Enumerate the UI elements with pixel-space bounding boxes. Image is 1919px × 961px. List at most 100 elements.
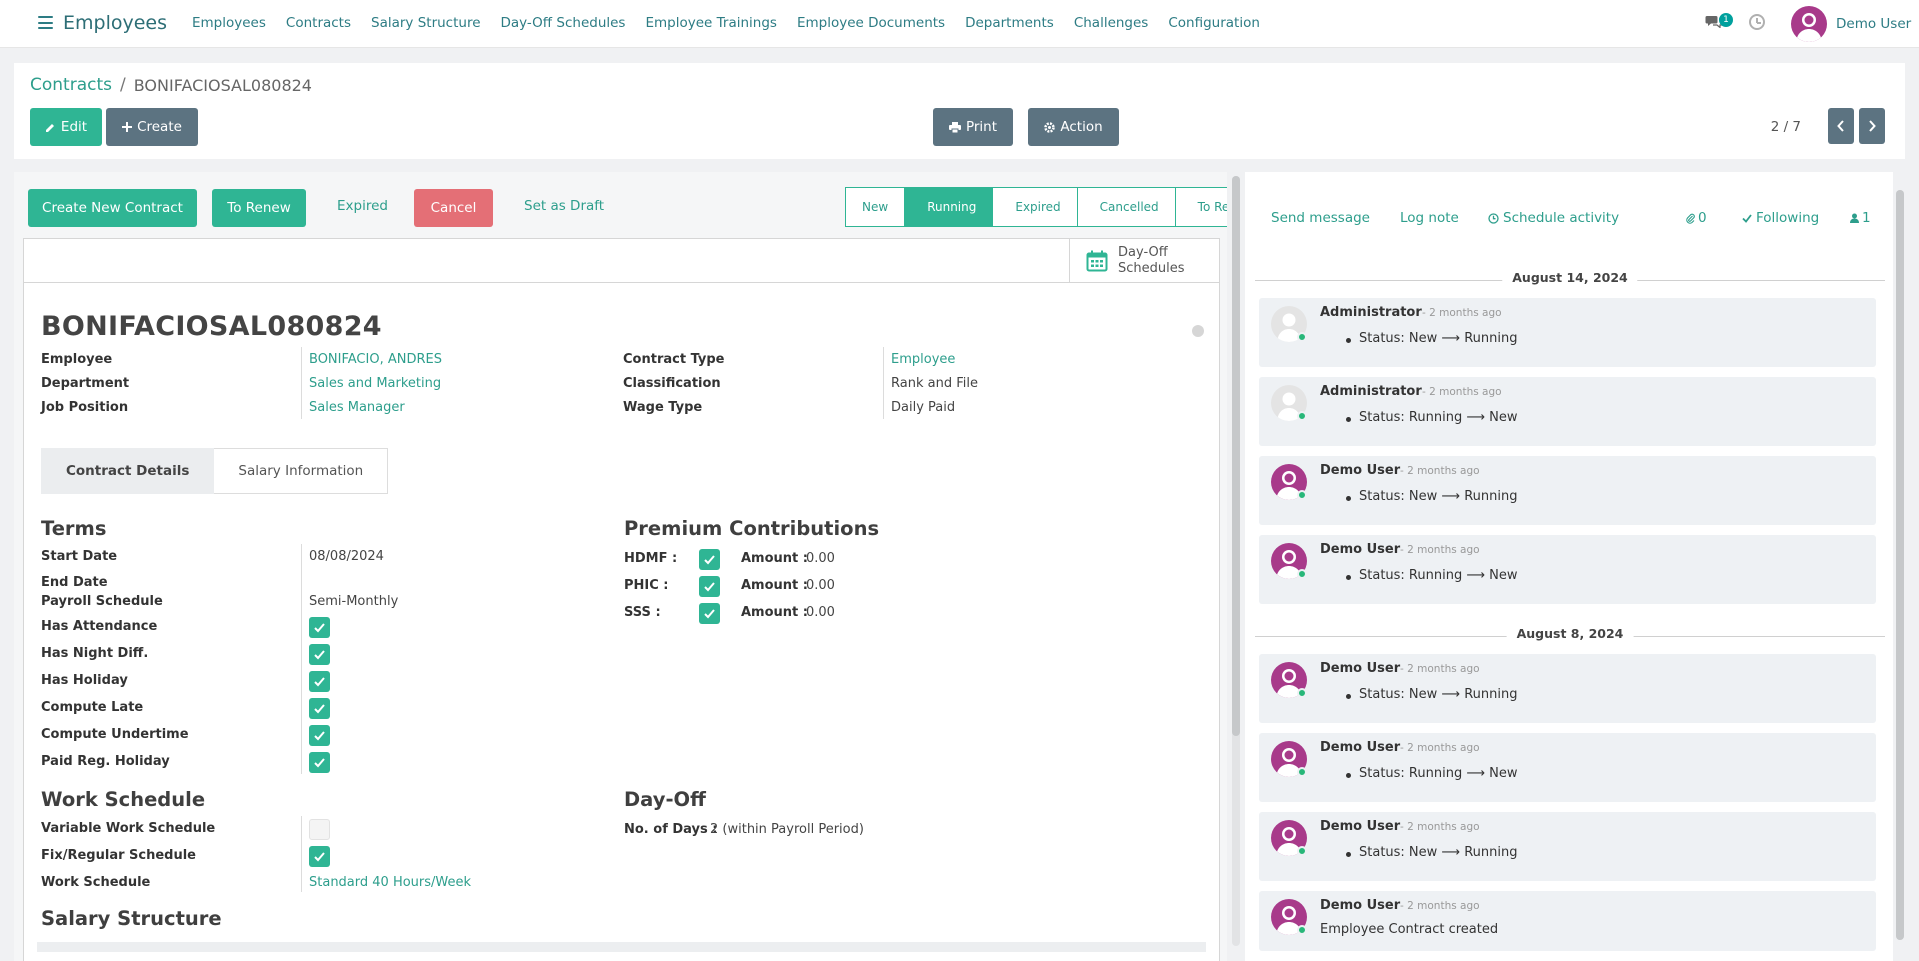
no-of-days-field[interactable]: 2 (within Payroll Period): [710, 822, 864, 837]
kanban-state-dot[interactable]: [1192, 325, 1204, 337]
main-menu: Employees Contracts Salary Structure Day…: [192, 15, 1260, 31]
job-position-label: Job Position: [41, 400, 129, 415]
menu-item-employee-documents[interactable]: Employee Documents: [797, 15, 945, 31]
online-status-icon: [1297, 925, 1307, 935]
message-author[interactable]: Demo User: [1320, 463, 1400, 478]
menu-icon[interactable]: [38, 16, 53, 29]
tab-salary-information[interactable]: Salary Information: [214, 448, 389, 494]
message-body: Status: Running ⟶ New: [1345, 568, 1518, 583]
cancel-button[interactable]: Cancel: [414, 189, 493, 227]
user-avatar[interactable]: [1791, 6, 1827, 42]
online-status-icon: [1297, 569, 1307, 579]
form-scrollbar[interactable]: [1232, 176, 1240, 946]
create-button[interactable]: Create: [106, 108, 198, 146]
following-button[interactable]: Following: [1742, 210, 1819, 226]
payroll-schedule-field[interactable]: Semi-Monthly: [309, 594, 398, 609]
job-position-field[interactable]: Sales Manager: [309, 400, 405, 415]
control-panel: Contracts / BONIFACIOSAL080824 Edit Crea…: [14, 63, 1905, 159]
printer-icon: [948, 121, 961, 133]
print-button[interactable]: Print: [933, 108, 1013, 146]
message-author[interactable]: Demo User: [1320, 898, 1400, 913]
sss-checkbox[interactable]: [699, 603, 720, 624]
followers-button[interactable]: 1: [1850, 210, 1871, 226]
schedule-activity-button[interactable]: Schedule activity: [1488, 210, 1619, 226]
field-separator: [301, 544, 302, 774]
day-off-heading: Day-Off: [624, 788, 706, 811]
chatter-panel: Send message Log note Schedule activity …: [1245, 172, 1893, 961]
phic-amount-label: Amount :: [741, 578, 808, 593]
hdmf-amount-field[interactable]: 0.00: [806, 551, 835, 566]
form-scrollbar-thumb[interactable]: [1232, 176, 1240, 736]
breadcrumb-contracts[interactable]: Contracts: [30, 75, 112, 95]
sss-amount-field[interactable]: 0.00: [806, 605, 835, 620]
menu-item-day-off-schedules[interactable]: Day-Off Schedules: [501, 15, 626, 31]
check-icon: [704, 609, 715, 619]
stage-running[interactable]: Running: [905, 187, 994, 227]
department-field[interactable]: Sales and Marketing: [309, 376, 441, 391]
chatter-scrollbar[interactable]: [1896, 190, 1904, 940]
message-author[interactable]: Administrator: [1320, 384, 1422, 399]
pager-previous-button[interactable]: [1828, 108, 1854, 144]
followers-count: 1: [1862, 210, 1871, 226]
create-button-label: Create: [137, 119, 182, 135]
chat-count-badge: 1: [1719, 13, 1733, 27]
stage-new[interactable]: New: [845, 187, 906, 227]
menu-item-challenges[interactable]: Challenges: [1074, 15, 1149, 31]
has-holiday-checkbox[interactable]: [309, 671, 330, 692]
tab-contract-details[interactable]: Contract Details: [41, 448, 215, 494]
stage-to-renew[interactable]: To Renew: [1175, 187, 1227, 227]
check-icon: [314, 650, 325, 660]
employee-field[interactable]: BONIFACIO, ANDRES: [309, 352, 442, 367]
cancel-label: Cancel: [430, 200, 477, 216]
expired-button[interactable]: Expired: [337, 198, 388, 214]
start-date-field[interactable]: 08/08/2024: [309, 549, 384, 564]
pager-value[interactable]: 2 / 7: [1771, 119, 1801, 135]
user-icon: [1850, 213, 1859, 223]
menu-item-employees[interactable]: Employees: [192, 15, 266, 31]
has-night-diff-checkbox[interactable]: [309, 644, 330, 665]
user-menu[interactable]: Demo User: [1836, 16, 1911, 32]
menu-item-salary-structure[interactable]: Salary Structure: [371, 15, 481, 31]
message-author[interactable]: Demo User: [1320, 819, 1400, 834]
paid-reg-holiday-checkbox[interactable]: [309, 752, 330, 773]
pager-next-button[interactable]: [1859, 108, 1885, 144]
attachments-button[interactable]: 0: [1686, 210, 1707, 226]
message-author[interactable]: Administrator: [1320, 305, 1422, 320]
log-note-button[interactable]: Log note: [1400, 210, 1459, 226]
hdmf-checkbox[interactable]: [699, 549, 720, 570]
send-message-button[interactable]: Send message: [1271, 210, 1370, 226]
work-schedule-heading: Work Schedule: [41, 788, 206, 811]
menu-item-departments[interactable]: Departments: [965, 15, 1054, 31]
stage-cancelled[interactable]: Cancelled: [1077, 187, 1176, 227]
contract-type-field[interactable]: Employee: [891, 352, 955, 367]
day-off-schedules-button[interactable]: Day-Off Schedules: [1069, 239, 1219, 283]
fix-regular-schedule-checkbox[interactable]: [309, 846, 330, 867]
compute-undertime-checkbox[interactable]: [309, 725, 330, 746]
work-schedule-field[interactable]: Standard 40 Hours/Week: [309, 875, 471, 890]
date-separator: August 8, 2024: [1255, 626, 1885, 646]
message-author[interactable]: Demo User: [1320, 740, 1400, 755]
phic-amount-field[interactable]: 0.00: [806, 578, 835, 593]
message-author[interactable]: Demo User: [1320, 661, 1400, 676]
set-as-draft-button[interactable]: Set as Draft: [524, 198, 604, 214]
app-brand[interactable]: Employees: [63, 12, 167, 34]
variable-work-schedule-checkbox[interactable]: [309, 819, 330, 840]
menu-item-employee-trainings[interactable]: Employee Trainings: [645, 15, 776, 31]
compute-late-checkbox[interactable]: [309, 698, 330, 719]
action-button-label: Action: [1060, 119, 1103, 135]
to-renew-button[interactable]: To Renew: [212, 189, 306, 227]
phic-checkbox[interactable]: [699, 576, 720, 597]
has-attendance-checkbox[interactable]: [309, 617, 330, 638]
menu-item-contracts[interactable]: Contracts: [286, 15, 351, 31]
action-button[interactable]: Action: [1028, 108, 1119, 146]
menu-item-configuration[interactable]: Configuration: [1168, 15, 1260, 31]
activity-clock-icon[interactable]: [1749, 14, 1765, 30]
message-date: - 2 months ago: [1400, 742, 1480, 754]
chatter-scrollbar-thumb[interactable]: [1896, 190, 1904, 940]
message-body: Status: Running ⟶ New: [1345, 410, 1518, 425]
stage-expired[interactable]: Expired: [993, 187, 1078, 227]
edit-button[interactable]: Edit: [30, 108, 102, 146]
notebook-tabs: Contract Details Salary Information: [41, 448, 389, 494]
message-author[interactable]: Demo User: [1320, 542, 1400, 557]
create-new-contract-button[interactable]: Create New Contract: [28, 189, 197, 227]
